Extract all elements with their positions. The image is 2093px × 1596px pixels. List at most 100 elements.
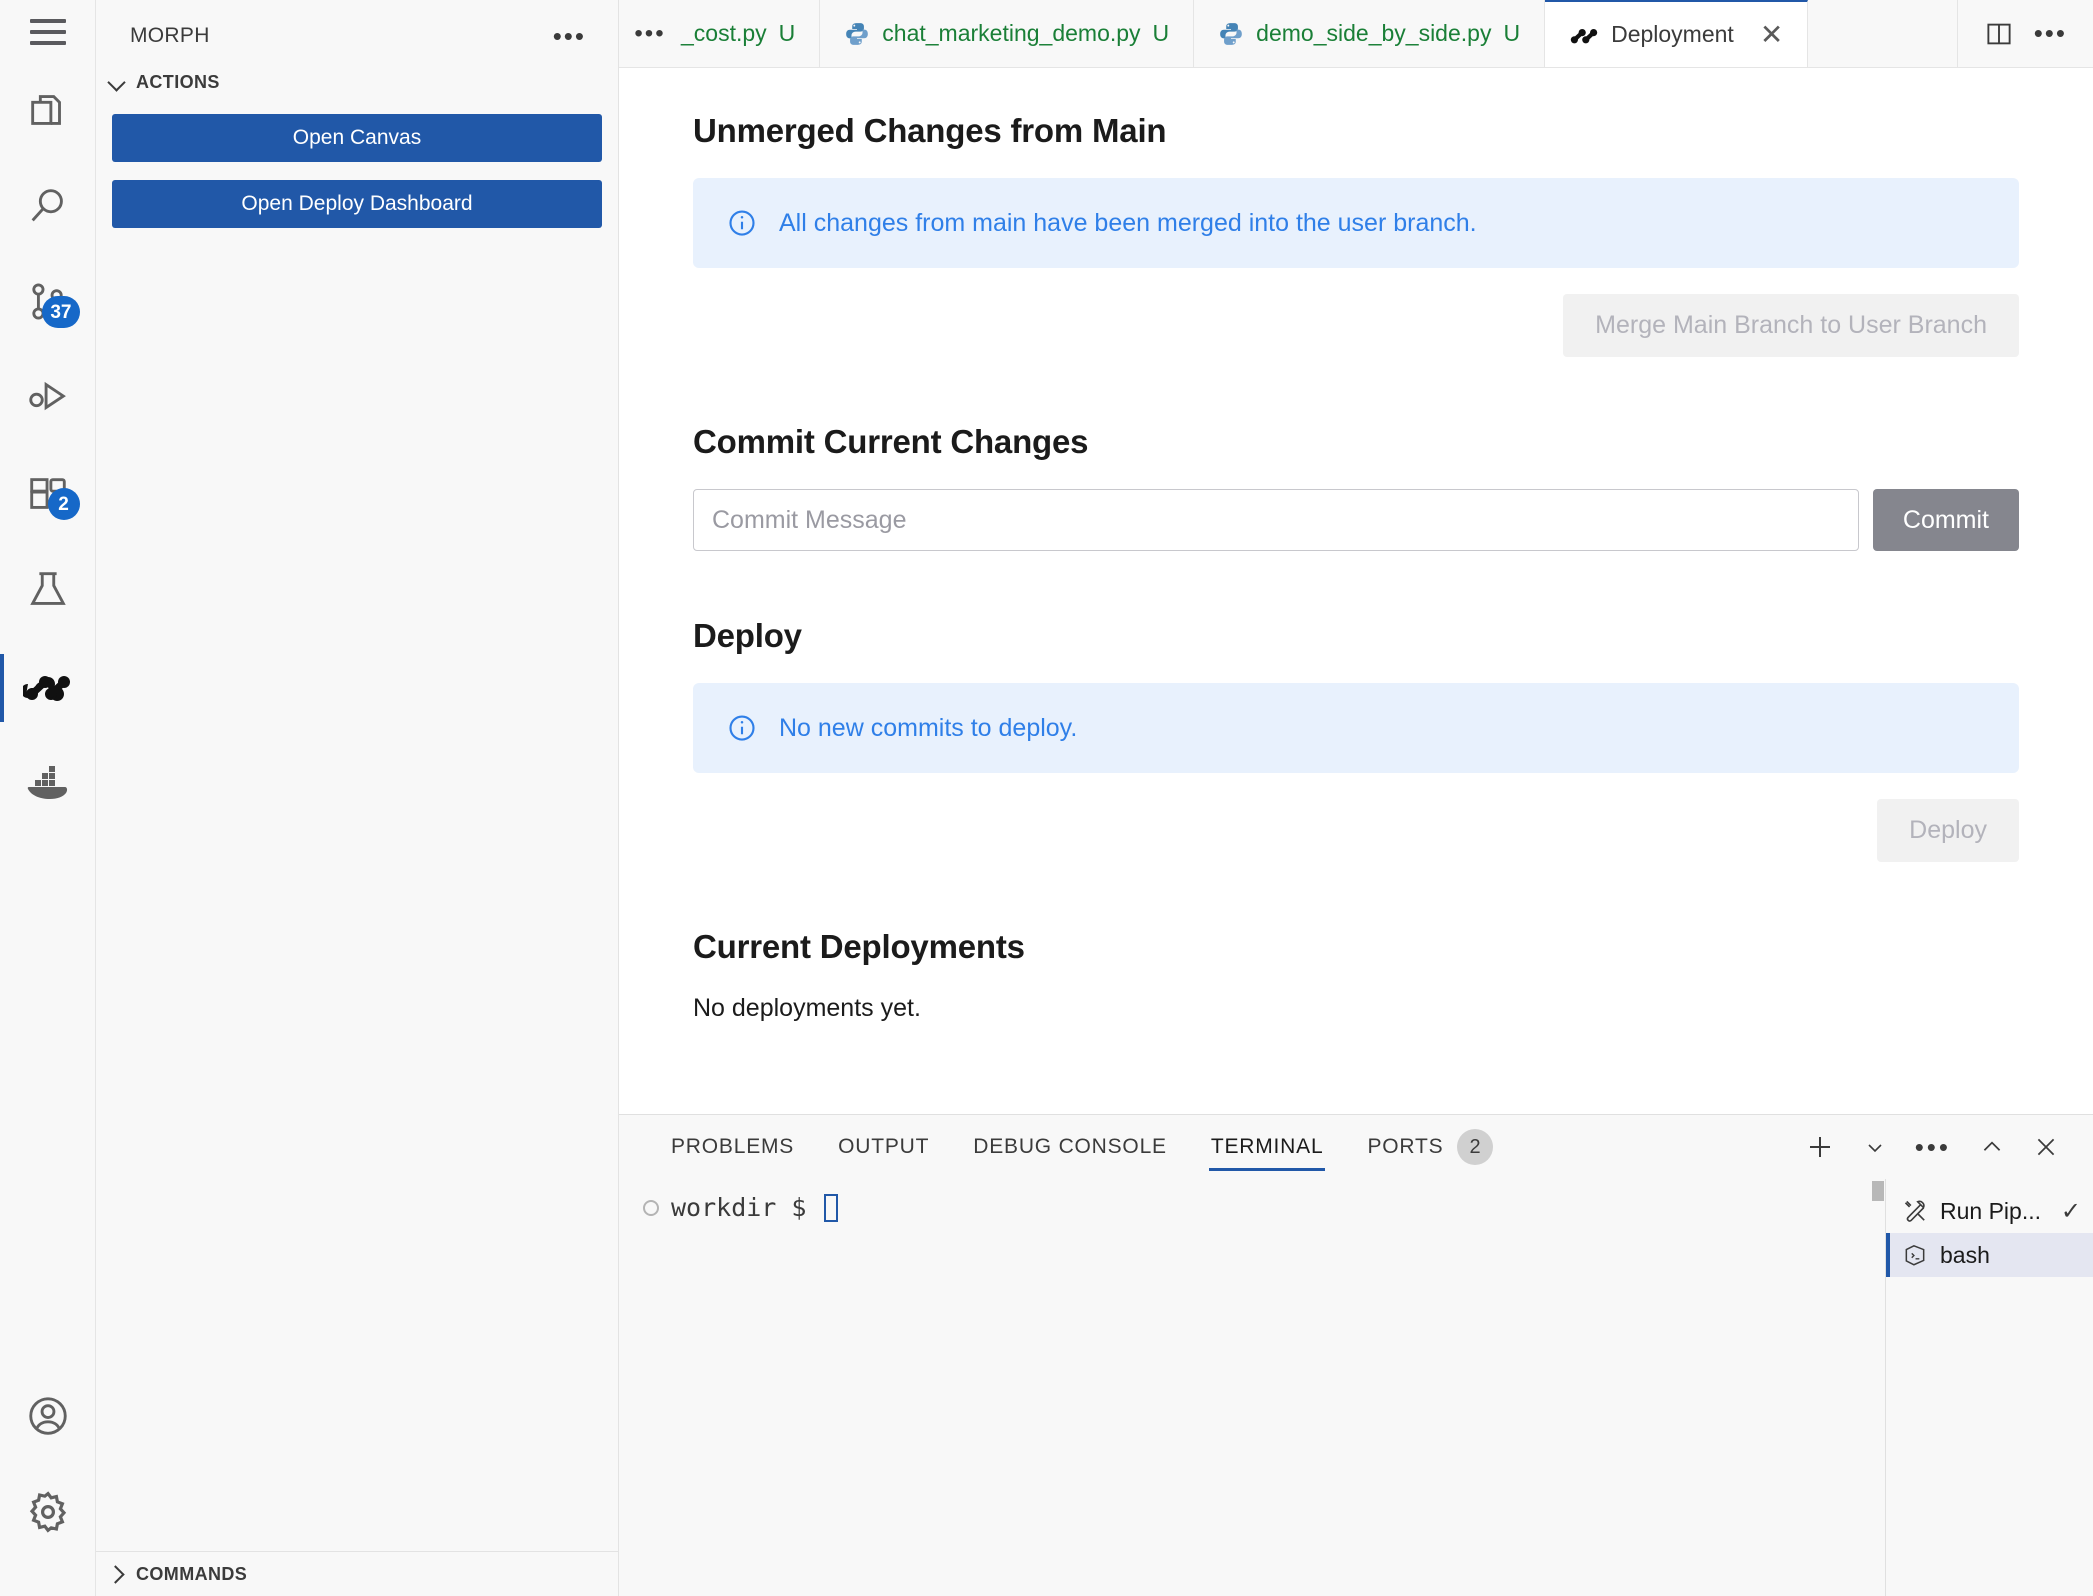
panel-more-actions-icon[interactable]: ••• bbox=[1915, 1134, 1951, 1160]
check-icon: ✓ bbox=[2060, 1197, 2081, 1225]
side-bar: MORPH ••• ACTIONS Open Canvas Open Deplo… bbox=[96, 0, 619, 1596]
terminal-scrollbar-thumb[interactable] bbox=[1872, 1181, 1884, 1201]
terminal-prompt-line: workdir $ bbox=[643, 1193, 1885, 1222]
deployment-view: Unmerged Changes from Main All changes f… bbox=[619, 68, 2093, 1114]
editor-area: ••• _cost.py U chat_marketing_demo.py U bbox=[619, 0, 2093, 1596]
chevron-down-icon[interactable] bbox=[1863, 1135, 1887, 1159]
tab-chat-marketing-demo-py[interactable]: chat_marketing_demo.py U bbox=[820, 0, 1195, 67]
tab-debug-console[interactable]: DEBUG CONSOLE bbox=[951, 1115, 1189, 1179]
sidebar-item-search[interactable] bbox=[0, 160, 96, 256]
beaker-icon bbox=[25, 567, 71, 618]
tab-deployment[interactable]: Deployment ✕ bbox=[1545, 0, 1809, 67]
sidebar-item-source-control[interactable]: 37 bbox=[0, 256, 96, 352]
tab-label: _cost.py bbox=[681, 20, 767, 46]
deploy-button[interactable]: Deploy bbox=[1877, 799, 2019, 862]
sidebar-item-testing[interactable] bbox=[0, 544, 96, 640]
unmerged-heading: Unmerged Changes from Main bbox=[693, 112, 1167, 149]
files-icon bbox=[25, 87, 71, 138]
sidebar-section-commands-label: COMMANDS bbox=[136, 1563, 248, 1584]
terminal-list: Run Pip... ✓ bash bbox=[1885, 1179, 2093, 1596]
docker-whale-icon bbox=[23, 762, 73, 807]
tab-label: Deployment bbox=[1611, 21, 1734, 47]
tab-overflow-icon[interactable]: ••• bbox=[619, 0, 681, 67]
deploy-heading: Deploy bbox=[693, 617, 802, 654]
hamburger-lines bbox=[29, 19, 66, 45]
sidebar-more-actions-icon[interactable]: ••• bbox=[547, 23, 592, 49]
ports-badge: 2 bbox=[1457, 1129, 1494, 1165]
settings-button[interactable] bbox=[0, 1466, 96, 1562]
panel-tab-bar: PROBLEMS OUTPUT DEBUG CONSOLE TERMINAL P… bbox=[619, 1115, 2093, 1179]
sidebar-section-actions[interactable]: ACTIONS bbox=[96, 60, 618, 104]
sidebar-item-run-and-debug[interactable] bbox=[0, 352, 96, 448]
vscode-window: 37 2 MORPH ••• ACTIONS Open Canvas Open … bbox=[0, 0, 2093, 1596]
tab-dirty-indicator: U bbox=[1503, 20, 1521, 46]
terminal-icon bbox=[1902, 1242, 1928, 1268]
chevron-right-icon bbox=[108, 1565, 126, 1583]
chevron-up-icon[interactable] bbox=[1979, 1134, 2005, 1160]
sidebar-footer: COMMANDS bbox=[96, 1551, 618, 1596]
merge-main-branch-button[interactable]: Merge Main Branch to User Branch bbox=[1563, 294, 2019, 357]
tab-ports[interactable]: PORTS 2 bbox=[1345, 1115, 1515, 1179]
merge-button-row: Merge Main Branch to User Branch bbox=[693, 294, 2019, 357]
python-icon bbox=[844, 21, 870, 47]
activity-bar-bottom bbox=[0, 1370, 95, 1596]
tab-output[interactable]: OUTPUT bbox=[816, 1115, 951, 1179]
bottom-panel: PROBLEMS OUTPUT DEBUG CONSOLE TERMINAL P… bbox=[619, 1114, 2093, 1596]
extensions-badge: 2 bbox=[47, 488, 80, 520]
unmerged-info-banner: All changes from main have been merged i… bbox=[693, 178, 2019, 268]
tab-problems[interactable]: PROBLEMS bbox=[649, 1115, 816, 1179]
sidebar-item-docker[interactable] bbox=[0, 736, 96, 832]
editor-actions: ••• bbox=[1956, 0, 2093, 67]
python-icon bbox=[1218, 21, 1244, 47]
sidebar-section-commands[interactable]: COMMANDS bbox=[96, 1552, 618, 1596]
split-editor-icon[interactable] bbox=[1984, 19, 2014, 49]
hamburger-menu-icon[interactable] bbox=[0, 0, 96, 64]
terminal-list-item-label: bash bbox=[1940, 1241, 1990, 1268]
open-deploy-dashboard-button[interactable]: Open Deploy Dashboard bbox=[112, 180, 602, 228]
close-icon[interactable]: ✕ bbox=[1760, 20, 1783, 49]
open-canvas-button[interactable]: Open Canvas bbox=[112, 114, 602, 162]
sidebar-item-morph[interactable] bbox=[0, 640, 96, 736]
command-status-icon bbox=[643, 1199, 659, 1216]
commit-row: Commit bbox=[693, 489, 2019, 551]
terminal-scrollbar[interactable] bbox=[1871, 1179, 1885, 1596]
plus-icon[interactable] bbox=[1805, 1132, 1835, 1162]
sidebar-actions-body: Open Canvas Open Deploy Dashboard bbox=[96, 104, 618, 246]
tab-terminal[interactable]: TERMINAL bbox=[1189, 1115, 1346, 1179]
source-control-badge: 37 bbox=[42, 296, 80, 328]
sidebar-header: MORPH ••• bbox=[96, 12, 618, 60]
tab-label: chat_marketing_demo.py bbox=[882, 20, 1141, 46]
tab-cost-py[interactable]: _cost.py U bbox=[681, 0, 821, 67]
tab-label: demo_side_by_side.py bbox=[1256, 20, 1492, 46]
activity-bar: 37 2 bbox=[0, 0, 96, 1596]
unmerged-info-text: All changes from main have been merged i… bbox=[779, 208, 1477, 237]
editor-tab-bar: ••• _cost.py U chat_marketing_demo.py U bbox=[619, 0, 2093, 68]
terminal-prompt: workdir $ bbox=[671, 1193, 807, 1222]
sidebar-section-actions-label: ACTIONS bbox=[136, 71, 220, 92]
sidebar-item-explorer[interactable] bbox=[0, 64, 96, 160]
editor-more-actions-icon[interactable]: ••• bbox=[2034, 20, 2067, 46]
commit-button[interactable]: Commit bbox=[1872, 489, 2019, 551]
panel-body: workdir $ Run Pip... ✓ bash bbox=[619, 1179, 2093, 1596]
run-debug-icon bbox=[25, 375, 71, 426]
activity-bar-top: 37 2 bbox=[0, 0, 95, 832]
close-icon[interactable] bbox=[2033, 1134, 2059, 1160]
tab-demo-side-by-side-py[interactable]: demo_side_by_side.py U bbox=[1194, 0, 1546, 67]
info-icon bbox=[727, 713, 757, 743]
no-deployments-text: No deployments yet. bbox=[693, 994, 921, 1022]
commit-message-input[interactable] bbox=[693, 489, 1859, 551]
current-deployments-heading: Current Deployments bbox=[693, 928, 1025, 965]
terminal-list-item-run-pipeline[interactable]: Run Pip... ✓ bbox=[1886, 1189, 2093, 1233]
sidebar-title: MORPH bbox=[130, 24, 210, 47]
sidebar-item-extensions[interactable]: 2 bbox=[0, 448, 96, 544]
panel-actions: ••• bbox=[1805, 1132, 2093, 1162]
deploy-button-row: Deploy bbox=[693, 799, 2019, 862]
account-icon bbox=[25, 1393, 71, 1444]
accounts-button[interactable] bbox=[0, 1370, 96, 1466]
deploy-info-banner: No new commits to deploy. bbox=[693, 683, 2019, 773]
tab-dirty-indicator: U bbox=[778, 20, 796, 46]
terminal-cursor bbox=[824, 1193, 839, 1222]
terminal-list-item-bash[interactable]: bash bbox=[1886, 1233, 2093, 1277]
tab-dirty-indicator: U bbox=[1152, 20, 1170, 46]
terminal-view[interactable]: workdir $ bbox=[619, 1179, 1885, 1596]
